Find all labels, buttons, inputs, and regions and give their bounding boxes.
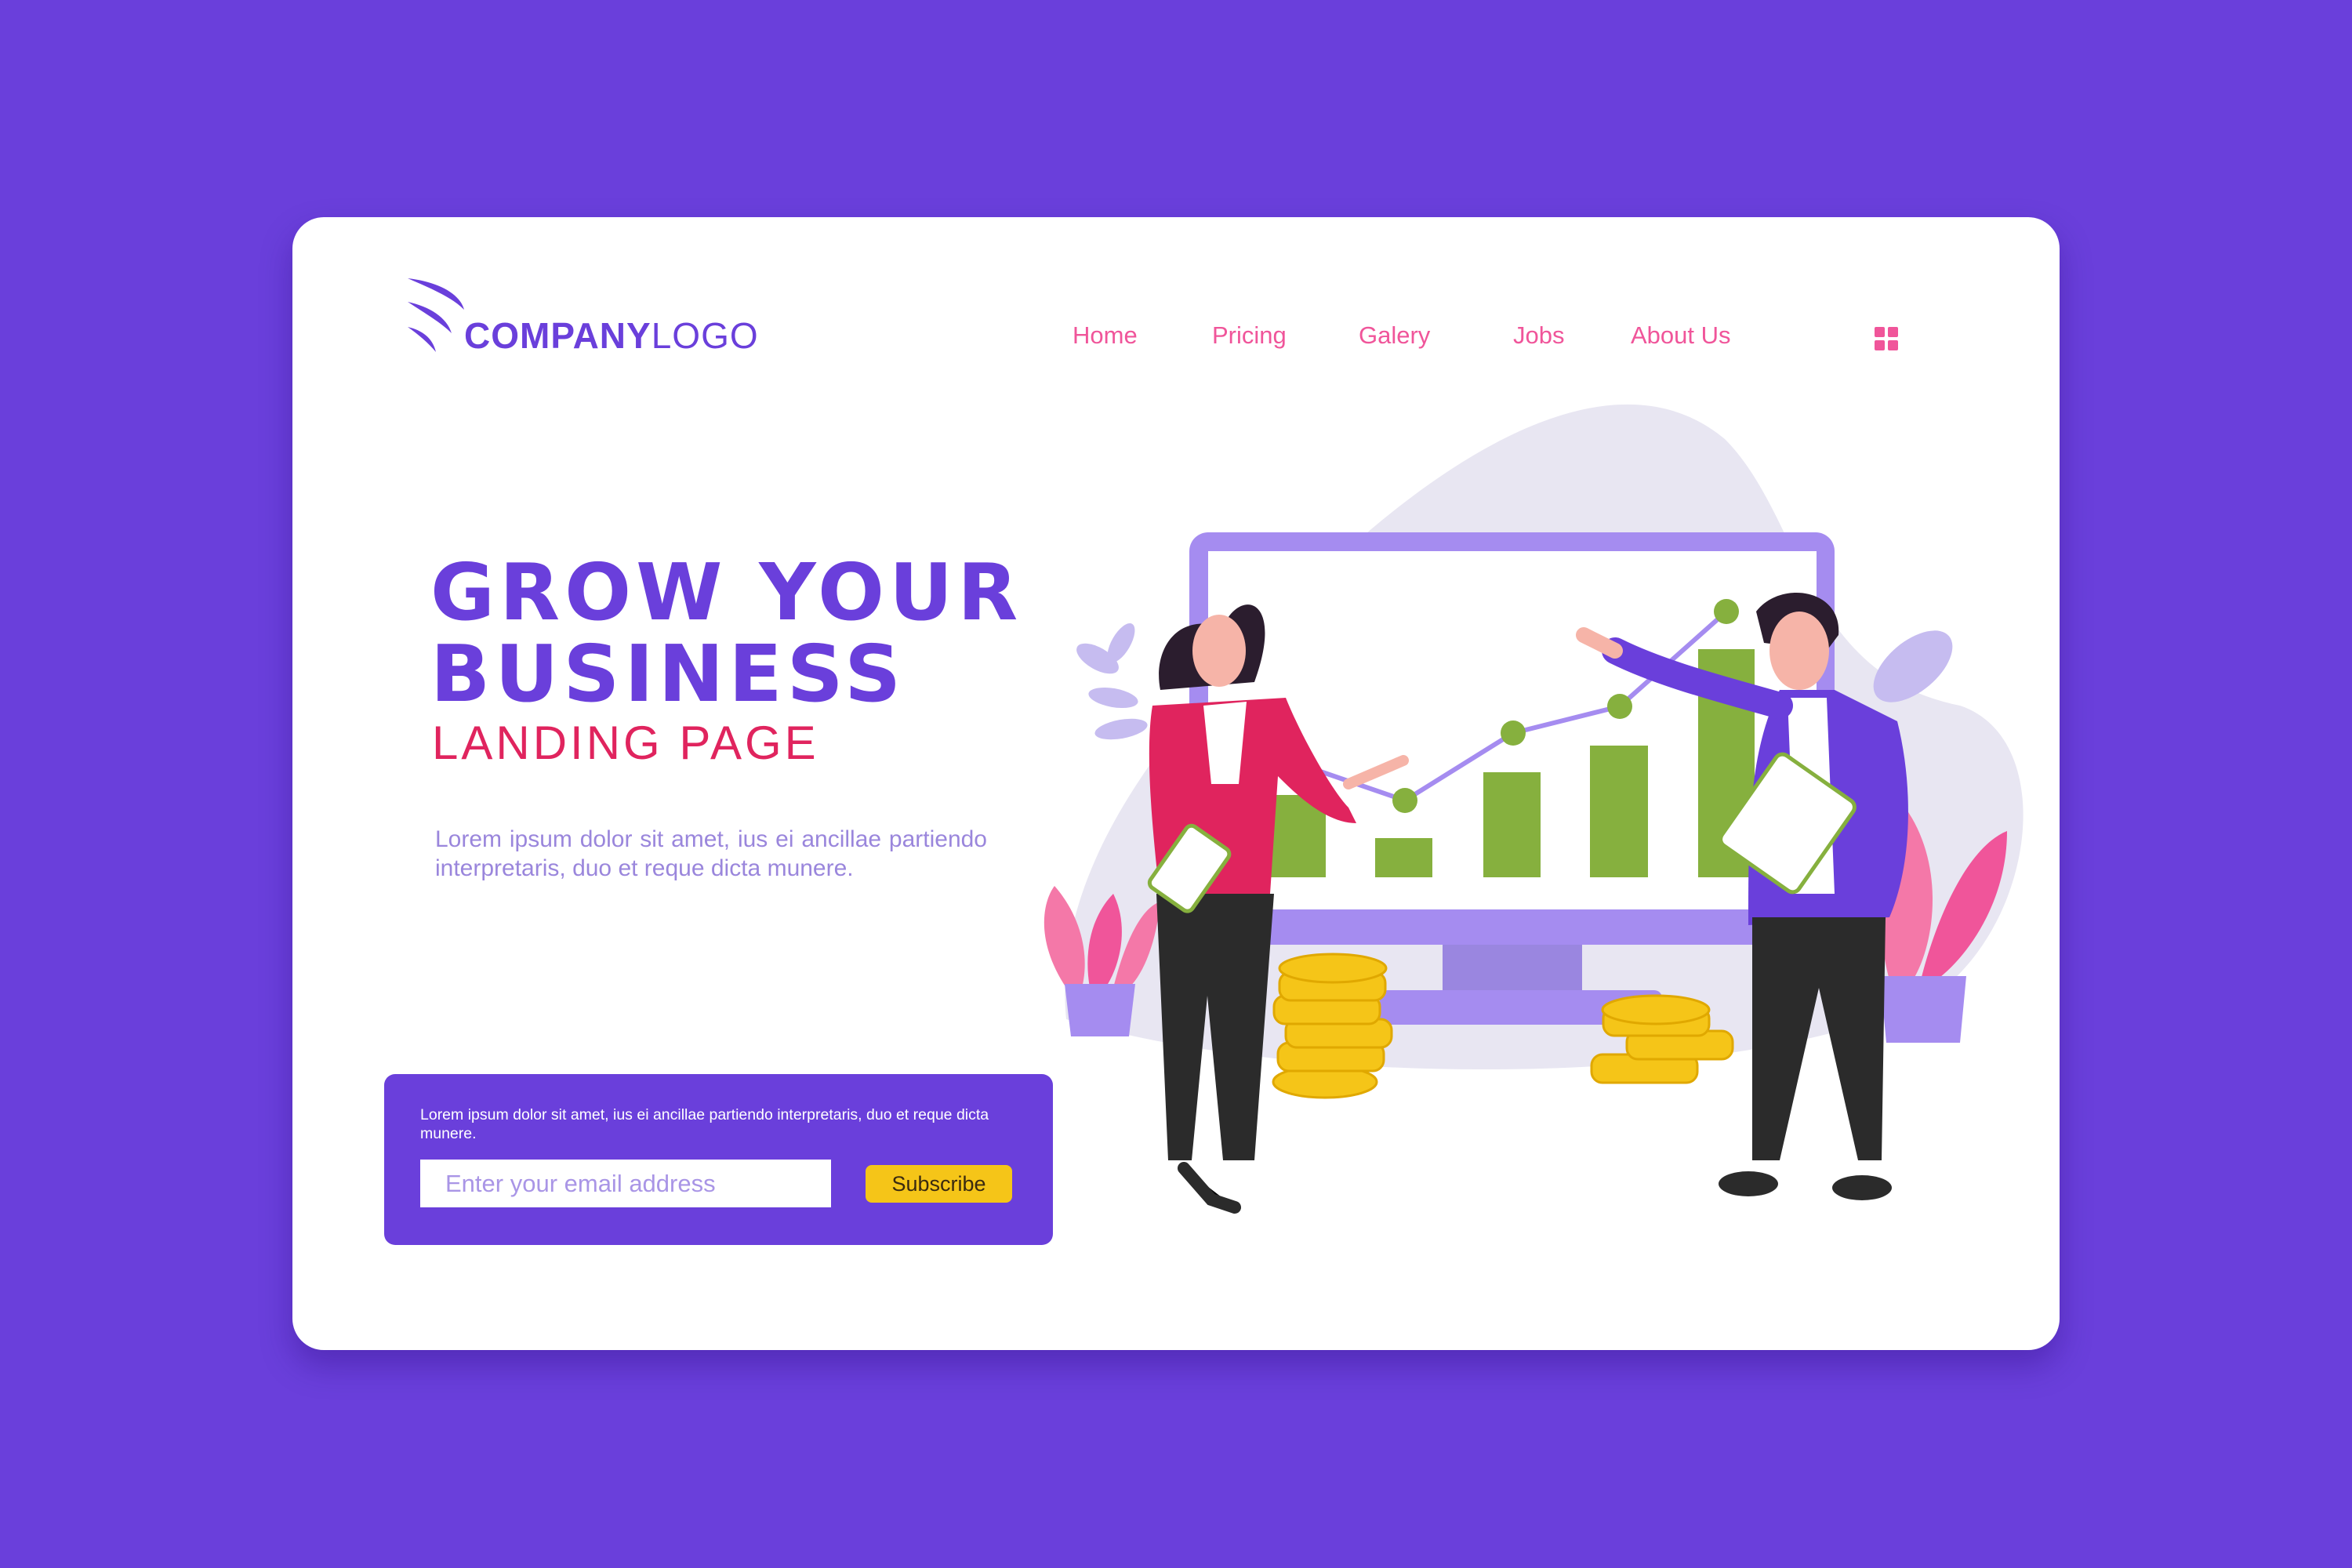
leaf-plant-left-icon (1076, 623, 1148, 740)
coin-stack-icon (1272, 953, 1393, 1099)
chart-bar (1483, 772, 1541, 877)
business-illustration (1044, 404, 2024, 1214)
chart-bar (1590, 746, 1648, 877)
chart-bar (1375, 838, 1432, 877)
